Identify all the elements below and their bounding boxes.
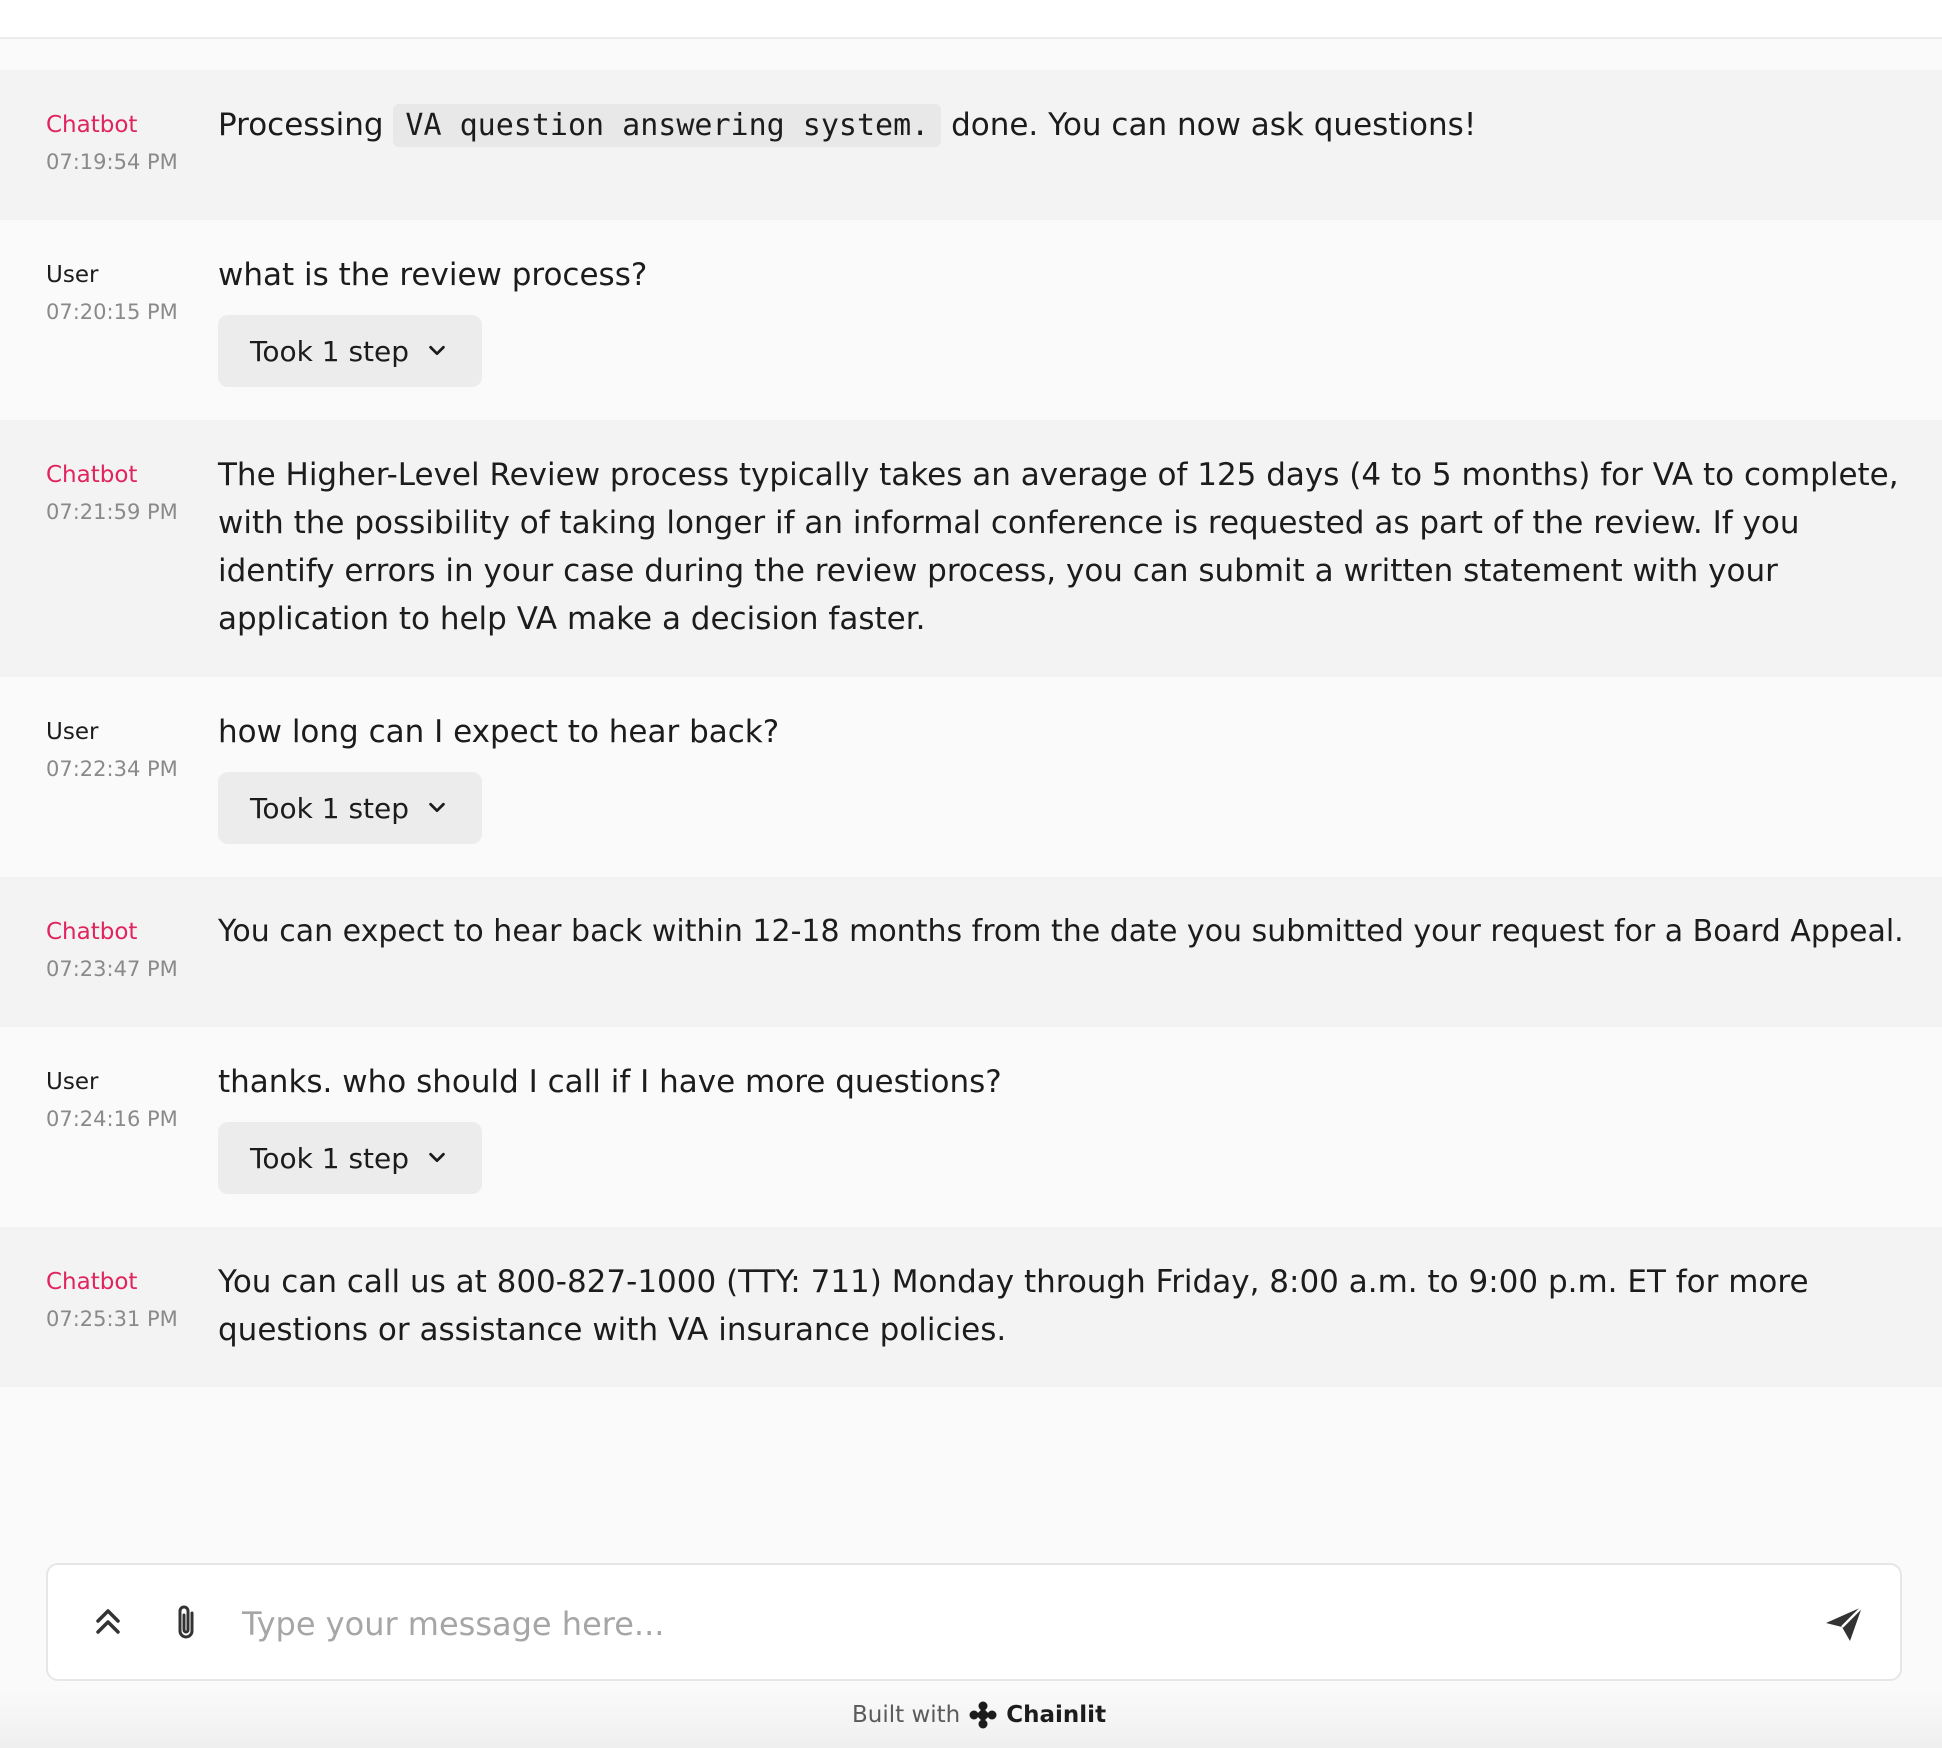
message-row-user: User 07:22:34 PM how long can I expect t… [0,677,1942,877]
chainlit-brand-text: Chainlit [1006,1702,1107,1728]
message-text: done. You can now ask questions! [951,107,1477,143]
message-author: User [46,719,99,745]
send-icon[interactable] [1820,1599,1868,1647]
inline-code: VA question answering system. [393,104,942,147]
footer: Built with Chainlit [0,1690,1942,1748]
message-timestamp: 07:21:59 PM [46,500,178,524]
message-content: Processing VA question answering system.… [218,101,1908,150]
message-text: Processing [218,107,384,143]
built-with-text: Built with [852,1702,961,1728]
top-header [0,0,1942,39]
message-composer [46,1563,1902,1681]
message-author: User [46,1069,99,1095]
expand-up-icon[interactable] [84,1599,132,1647]
took-step-toggle[interactable]: Took 1 step [218,772,482,844]
chevron-down-icon [429,802,445,813]
took-step-toggle[interactable]: Took 1 step [218,315,482,387]
message-timestamp: 07:20:15 PM [46,300,178,324]
message-timestamp: 07:25:31 PM [46,1307,178,1331]
message-row-bot: Chatbot 07:23:47 PM You can expect to he… [0,877,1942,1027]
message-timestamp: 07:19:54 PM [46,150,178,174]
paperclip-icon[interactable] [162,1599,210,1647]
message-text: You can call us at 800-827-1000 (TTY: 71… [218,1264,1809,1348]
message-author: Chatbot [46,919,138,945]
message-row-bot: Chatbot 07:21:59 PM The Higher-Level Rev… [0,420,1942,677]
took-step-toggle[interactable]: Took 1 step [218,1122,482,1194]
message-text: thanks. who should I call if I have more… [218,1064,1002,1100]
message-text: how long can I expect to hear back? [218,714,780,750]
message-list: Chatbot 07:19:54 PM Processing VA questi… [0,70,1942,1387]
message-author: Chatbot [46,112,138,138]
chevron-down-icon [429,1152,445,1163]
message-timestamp: 07:22:34 PM [46,757,178,781]
chevron-down-icon [429,345,445,356]
message-text: You can expect to hear back within 12-18… [218,914,1904,949]
message-input[interactable] [240,1585,1804,1663]
step-label: Took 1 step [250,1141,410,1175]
message-text: The Higher-Level Review process typicall… [218,457,1899,637]
chat-app: Chatbot 07:19:54 PM Processing VA questi… [0,0,1942,1748]
step-label: Took 1 step [250,791,410,825]
message-author: Chatbot [46,462,138,488]
step-label: Took 1 step [250,334,410,368]
chainlit-logo-icon [969,1701,997,1729]
built-with-link[interactable]: Built with Chainlit [852,1700,1106,1730]
message-row-bot: Chatbot 07:25:31 PM You can call us at 8… [0,1227,1942,1387]
message-author: User [46,262,99,288]
message-row-user: User 07:24:16 PM thanks. who should I ca… [0,1027,1942,1227]
message-timestamp: 07:23:47 PM [46,957,178,981]
message-author: Chatbot [46,1269,138,1295]
message-timestamp: 07:24:16 PM [46,1107,178,1131]
message-row-user: User 07:20:15 PM what is the review proc… [0,220,1942,420]
message-text: what is the review process? [218,257,648,293]
message-row-bot: Chatbot 07:19:54 PM Processing VA questi… [0,70,1942,220]
